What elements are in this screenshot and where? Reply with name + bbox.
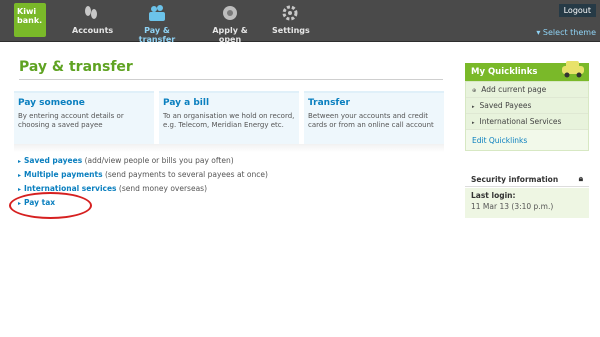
- last-login-box: Last login: 11 Mar 13 (3:10 p.m.): [465, 188, 589, 218]
- link-desc: (add/view people or bills you pay often): [84, 156, 234, 165]
- quicklink-label: International Services: [479, 117, 562, 126]
- quicklink-saved-payees[interactable]: ▸ Saved Payees: [466, 98, 588, 114]
- arrow-right-icon: ▸: [18, 186, 22, 193]
- link-desc: (send payments to several payees at once…: [104, 170, 268, 179]
- nav-apply-open[interactable]: Apply & open: [202, 0, 258, 44]
- nav-pay-transfer[interactable]: Pay & transfer: [126, 0, 188, 44]
- link-desc: (send money overseas): [118, 184, 208, 193]
- arrow-right-icon: ▸: [18, 172, 22, 179]
- card-desc: Between your accounts and credit cards o…: [308, 112, 434, 129]
- list-item: ▸ International services (send money over…: [18, 182, 448, 196]
- security-title: Security information: [471, 175, 559, 184]
- quicklink-label: Saved Payees: [479, 101, 532, 110]
- logout-button[interactable]: Logout: [558, 4, 596, 17]
- multiple-payments-link[interactable]: Multiple payments: [24, 170, 103, 179]
- top-nav-bar: Kiwi bank. Accounts Pay & transfer Apply…: [0, 0, 600, 44]
- kiwibank-logo[interactable]: Kiwi bank.: [14, 3, 46, 37]
- logo-line-1: Kiwi: [17, 7, 37, 16]
- car-icon: [562, 61, 584, 78]
- nav-label: Accounts: [72, 26, 114, 35]
- nav-label: Apply & open: [212, 26, 248, 44]
- bullet-icon: ▸: [472, 120, 475, 126]
- card-title[interactable]: Pay a bill: [163, 98, 295, 108]
- divider: [19, 79, 443, 80]
- quicklink-label: Add current page: [481, 85, 547, 94]
- add-current-page-button[interactable]: ⊕ Add current page: [466, 82, 588, 98]
- logo-line-2: bank.: [17, 16, 43, 25]
- nav-accounts[interactable]: Accounts: [72, 0, 114, 42]
- bullet-icon: ▸: [472, 104, 475, 110]
- nav-label: Pay & transfer: [138, 26, 176, 44]
- card-shadow: [14, 144, 444, 152]
- card-pay-a-bill[interactable]: Pay a bill To an organisation we hold on…: [159, 91, 299, 144]
- gear-icon: [272, 0, 308, 26]
- chevron-down-icon: ▾: [536, 28, 541, 37]
- security-info-header: Security information 🔒︎: [465, 171, 589, 187]
- nav-settings[interactable]: Settings: [272, 0, 310, 42]
- apply-icon: [202, 0, 258, 26]
- nav-label: Settings: [272, 26, 310, 35]
- transfer-icon: [126, 0, 188, 26]
- list-item: ▸ Multiple payments (send payments to sev…: [18, 168, 448, 182]
- select-theme-label: Select theme: [542, 28, 596, 37]
- list-item: ▸ Saved payees (add/view people or bills …: [18, 154, 448, 168]
- arrow-right-icon: ▸: [18, 158, 22, 165]
- last-login-value: 11 Mar 13 (3:10 p.m.): [471, 202, 554, 211]
- page-title: Pay & transfer: [19, 59, 133, 75]
- select-theme-link[interactable]: ▾ Select theme: [536, 28, 596, 37]
- last-login-label: Last login:: [471, 191, 516, 200]
- lock-icon[interactable]: 🔒︎: [579, 174, 583, 184]
- footprints-icon: [72, 0, 110, 26]
- card-desc: To an organisation we hold on record, e.…: [163, 112, 295, 129]
- card-title[interactable]: Transfer: [308, 98, 440, 108]
- quicklink-international-services[interactable]: ▸ International Services: [466, 114, 588, 130]
- saved-payees-link[interactable]: Saved payees: [24, 156, 82, 165]
- add-icon: ⊕: [472, 88, 477, 94]
- edit-quicklinks-link[interactable]: Edit Quicklinks: [472, 136, 527, 145]
- card-transfer[interactable]: Transfer Between your accounts and credi…: [304, 91, 444, 144]
- card-desc: By entering account details or choosing …: [18, 112, 124, 129]
- card-pay-someone[interactable]: Pay someone By entering account details …: [14, 91, 154, 144]
- annotation-circle: [9, 192, 92, 219]
- card-title[interactable]: Pay someone: [18, 98, 150, 108]
